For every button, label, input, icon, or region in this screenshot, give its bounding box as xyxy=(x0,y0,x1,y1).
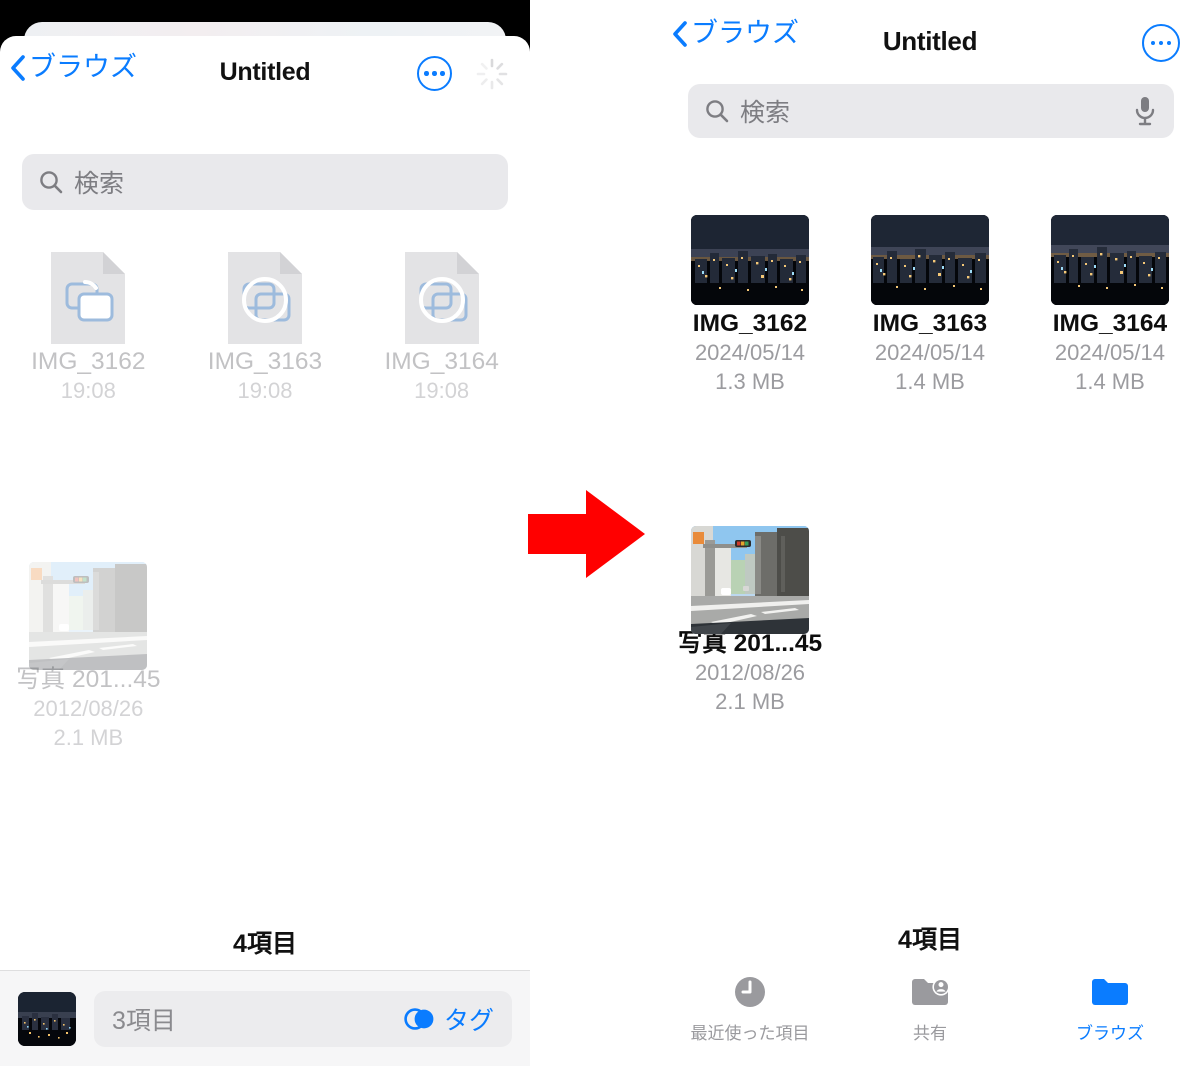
night-cityscape-thumbnail xyxy=(1050,215,1169,305)
tab-recents[interactable]: 最近使った項目 xyxy=(660,956,840,1066)
ellipsis-dot xyxy=(1166,40,1172,46)
ellipsis-dot xyxy=(424,71,429,76)
red-right-arrow xyxy=(528,490,645,578)
search-icon xyxy=(40,171,63,194)
street-photo-thumbnail xyxy=(690,526,809,634)
file-item-1[interactable]: IMG_3163 19:08 xyxy=(177,248,354,406)
file-meta-1: 2024/05/14 xyxy=(874,339,986,365)
file-item-0[interactable]: IMG_3162 19:08 xyxy=(0,248,177,406)
file-item-2[interactable]: IMG_3164 19:08 xyxy=(353,248,530,406)
item-count-label: 4項目 xyxy=(233,930,297,958)
clock-icon xyxy=(728,972,772,1012)
file-thumbnail xyxy=(29,562,148,670)
search-input[interactable]: 検索 xyxy=(688,84,1174,138)
files-sheet: ブラウズ Untitled 検索 IMG_3162 19:08 IMG_3163… xyxy=(0,36,530,1066)
file-grid-row-2: 写真 201...45 2012/08/26 2.1 MB xyxy=(0,562,530,752)
search-icon xyxy=(706,100,729,123)
file-meta-1: 19:08 xyxy=(414,377,470,403)
document-placeholder-icon xyxy=(404,252,479,344)
file-grid-row-2: 写真 201...45 2012/08/26 2.1 MB xyxy=(660,526,1200,716)
left-screen-before: ブラウズ Untitled 検索 IMG_3162 19:08 IMG_3163… xyxy=(0,0,530,1066)
file-meta-2: 2.1 MB xyxy=(715,688,785,714)
street-photo-thumbnail xyxy=(29,562,148,670)
file-thumbnail xyxy=(383,248,501,348)
file-item-3[interactable]: 写真 201...45 2012/08/26 2.1 MB xyxy=(660,526,840,716)
file-meta-1: 2024/05/14 xyxy=(694,339,806,365)
file-grid-row-1: IMG_3162 2024/05/14 1.3 MB IMG_3163 2024… xyxy=(660,210,1200,396)
file-name: 写真 201...45 xyxy=(677,630,823,657)
navigation-bar: ブラウズ Untitled xyxy=(0,36,530,108)
file-name: IMG_3164 xyxy=(1052,310,1168,337)
search-placeholder: 検索 xyxy=(740,99,791,127)
ellipsis-dot xyxy=(432,71,437,76)
file-item-3[interactable]: 写真 201...45 2012/08/26 2.1 MB xyxy=(0,562,177,752)
tag-button-label: タグ xyxy=(443,1006,494,1035)
ellipsis-dot xyxy=(1150,40,1156,46)
page-title: Untitled xyxy=(882,26,978,56)
file-name: IMG_3162 xyxy=(692,310,808,337)
drag-drop-bar: 3項目 タグ xyxy=(0,970,530,1066)
file-thumbnail xyxy=(870,210,989,310)
file-item-2[interactable]: IMG_3164 2024/05/14 1.4 MB xyxy=(1020,210,1200,396)
file-meta-1: 19:08 xyxy=(237,377,293,403)
file-meta-2: 2.1 MB xyxy=(53,724,124,750)
file-thumbnail xyxy=(690,526,809,634)
file-name: IMG_3164 xyxy=(384,348,499,375)
tab-recents-label: 最近使った項目 xyxy=(690,1024,810,1043)
file-meta-2: 1.3 MB xyxy=(715,368,785,394)
night-cityscape-thumbnail xyxy=(870,215,989,305)
more-options-button[interactable] xyxy=(1142,24,1180,62)
drop-target-field[interactable]: 3項目 タグ xyxy=(94,990,512,1047)
file-meta-2: 1.4 MB xyxy=(1075,368,1145,394)
file-meta-1: 2024/05/14 xyxy=(1054,339,1166,365)
item-count-label: 4項目 xyxy=(898,926,962,954)
comparison-screenshot: ブラウズ Untitled 検索 IMG_3162 19:08 IMG_3163… xyxy=(0,0,1200,1066)
file-name: IMG_3163 xyxy=(872,310,988,337)
tag-button[interactable]: タグ xyxy=(403,1001,494,1037)
document-placeholder-icon xyxy=(51,252,126,344)
tab-browse[interactable]: ブラウズ xyxy=(1020,956,1200,1066)
drop-count-label: 3項目 xyxy=(112,1006,176,1035)
right-screen-after: ブラウズ Untitled 検索 IMG_3162 2024/05/14 1.3… xyxy=(660,0,1200,1066)
microphone-icon[interactable] xyxy=(1132,95,1158,127)
tab-shared-label: 共有 xyxy=(913,1024,947,1043)
file-item-1[interactable]: IMG_3163 2024/05/14 1.4 MB xyxy=(840,210,1020,396)
night-cityscape-thumbnail xyxy=(18,991,76,1046)
shared-folder-icon xyxy=(908,972,952,1012)
file-meta-1: 2012/08/26 xyxy=(33,695,144,721)
navigation-bar: ブラウズ Untitled xyxy=(660,0,1200,76)
file-thumbnail xyxy=(206,248,324,348)
tab-bar: 最近使った項目 共有 ブラウズ xyxy=(660,956,1200,1066)
ellipsis-dot xyxy=(1158,40,1164,46)
file-name: 写真 201...45 xyxy=(16,666,161,693)
file-grid-row-1: IMG_3162 19:08 IMG_3163 19:08 IMG_3164 1… xyxy=(0,248,530,406)
more-options-button[interactable] xyxy=(417,56,452,91)
document-placeholder-icon xyxy=(227,252,302,344)
file-name: IMG_3162 xyxy=(31,348,146,375)
activity-spinner-icon xyxy=(476,58,508,90)
tab-browse-label: ブラウズ xyxy=(1076,1024,1144,1043)
file-thumbnail xyxy=(1050,210,1169,310)
night-cityscape-thumbnail xyxy=(690,215,809,305)
file-thumbnail xyxy=(690,210,809,310)
file-name: IMG_3163 xyxy=(207,348,323,375)
search-input[interactable]: 検索 xyxy=(22,154,508,210)
folder-icon xyxy=(1088,972,1132,1012)
file-meta-1: 19:08 xyxy=(60,377,116,403)
tab-shared[interactable]: 共有 xyxy=(840,956,1020,1066)
file-meta-2: 1.4 MB xyxy=(895,368,965,394)
file-meta-1: 2012/08/26 xyxy=(694,659,806,685)
tags-icon xyxy=(404,1007,434,1030)
ellipsis-dot xyxy=(440,71,445,76)
search-placeholder: 検索 xyxy=(74,170,125,198)
file-item-0[interactable]: IMG_3162 2024/05/14 1.3 MB xyxy=(660,210,840,396)
file-thumbnail xyxy=(29,248,147,348)
